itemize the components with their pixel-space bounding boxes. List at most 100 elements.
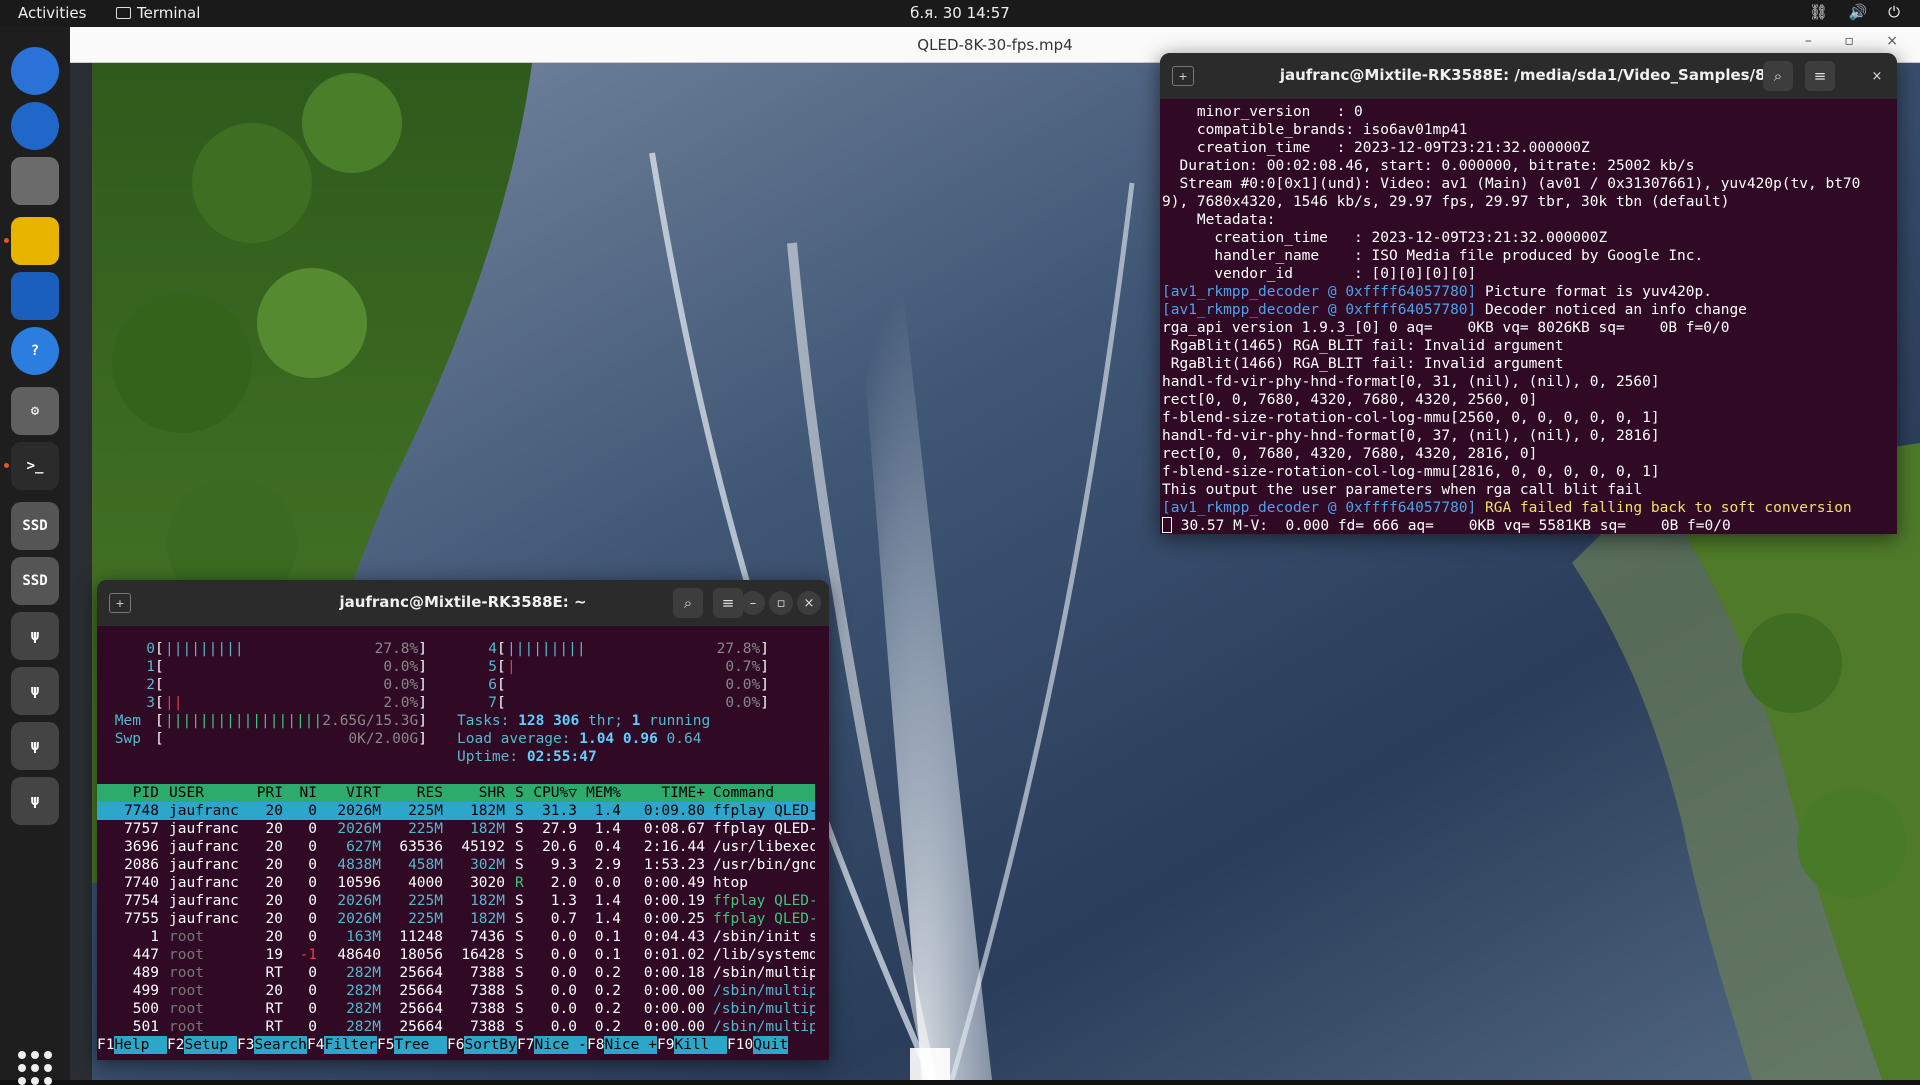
terminal-line: rga_api version 1.9.3_[0] 0 aq= 0KB vq= … [1162,319,1895,337]
minimize-icon[interactable]: – [741,591,765,615]
video-window-controls[interactable]: – ▫ × [1805,33,1912,49]
fkey-f5[interactable]: F5Tree [377,1036,447,1054]
column-pri[interactable]: PRI [247,784,283,802]
process-mem: 0.2 [594,1001,621,1017]
dock-item-writer[interactable] [11,272,59,320]
fkey-f6[interactable]: F6SortBy [447,1036,517,1054]
search-icon[interactable]: ⌕ [1763,61,1793,91]
fkey-number: F1 [97,1037,115,1053]
process-s: S [515,911,524,927]
load-average: Load average: 1.04 0.96 0.64 [457,730,710,748]
column-cmd[interactable]: Command [713,784,815,802]
dock-item-files[interactable] [11,157,59,205]
process-row[interactable]: 447 root 19 -1 48640 18056 16428 S 0.0 0.1 0:01.02… [97,946,815,964]
process-shr: 182M [470,821,505,837]
dock-item-ssd2[interactable]: SSD [11,557,59,605]
process-row[interactable]: 7740 jaufranc 20 0 10596 4000 3020 R 2.0 0.0 0:00.… [97,874,815,892]
column-ni[interactable]: NI [287,784,317,802]
search-icon[interactable]: ⌕ [673,588,703,618]
cpu-percent: 0.7%] [725,658,769,676]
column-res[interactable]: RES [381,784,443,802]
process-mem: 2.9 [594,857,621,873]
log-text: f-blend-size-rotation-col-log-mmu[2560, … [1162,410,1660,426]
dock-item-chromium[interactable] [11,47,59,95]
process-row[interactable]: 500 root RT 0 282M 25664 7388 S 0.0 0.2 0:00.00/sb… [97,1000,815,1018]
meter-label: Swp [114,731,141,747]
fkey-f9[interactable]: F9Kill [657,1036,727,1054]
htop-terminal-titlebar[interactable]: + jaufranc@Mixtile-RK3588E: ~ ⌕ ≡ – ▫ × [97,580,829,626]
dock-item-usb1[interactable]: ψ [11,612,59,660]
ffplay-output[interactable]: minor_version : 0 compatible_brands: iso… [1160,99,1897,534]
maximize-icon[interactable] [1843,64,1867,88]
terminal-line: [av1_rkmpp_decoder @ 0xffff64057780] Dec… [1162,301,1895,319]
close-icon[interactable]: × [797,591,821,615]
process-row[interactable]: 7757 jaufranc 20 0 2026M 225M 182M S 27.9 1.4 0:08… [97,820,815,838]
clock[interactable]: б.я. 30 14:57 [0,4,1920,22]
terminal-icon: >_ [26,458,44,474]
fkey-label: Setup [184,1036,237,1054]
process-row[interactable]: 501 root RT 0 282M 25664 7388 S 0.0 0.2 0:00.00/sb… [97,1018,815,1036]
process-shr: 182M [470,803,505,819]
process-row[interactable]: 7748 jaufranc 20 0 2026M 225M 182M S 31.3 1.4 0:09… [97,802,815,820]
bracket: [ [155,731,164,747]
dock-item-rhythmbox[interactable] [11,217,59,265]
fkey-f7[interactable]: F7Nice - [517,1036,587,1054]
bracket: [ [497,677,506,693]
column-time[interactable]: TIME+ [633,784,705,802]
cpu-percent: 27.8%] [717,640,769,658]
process-pid: 7748 [124,803,159,819]
activities-button[interactable]: Activities [18,4,86,22]
column-virt[interactable]: VIRT [319,784,381,802]
ffplay-terminal-window[interactable]: + jaufranc@Mixtile-RK3588E: /media/sda1/… [1160,53,1897,534]
column-user[interactable]: USER [169,784,204,802]
ffplay-terminal-titlebar[interactable]: + jaufranc@Mixtile-RK3588E: /media/sda1/… [1160,53,1897,99]
fkey-f10[interactable]: F10Quit [727,1036,789,1054]
fkey-f4[interactable]: F4Filter [307,1036,377,1054]
process-user: jaufranc [169,911,239,927]
htop-terminal-window[interactable]: + jaufranc@Mixtile-RK3588E: ~ ⌕ ≡ – ▫ × … [97,580,829,1060]
dock-item-terminal[interactable]: >_ [11,442,59,490]
system-tray[interactable]: ⛓ 🔊 ⏻ [1809,3,1908,21]
process-row[interactable]: 499 root 20 0 282M 25664 7388 S 0.0 0.2 0:00.00/sb… [97,982,815,1000]
process-virt: 2026M [337,893,381,909]
dock-item-settings[interactable]: ⚙ [11,387,59,435]
process-row[interactable]: 489 root RT 0 282M 25664 7388 S 0.0 0.2 0:00.18/sb… [97,964,815,982]
dock-item-usb4[interactable]: ψ [11,777,59,825]
process-table-header[interactable]: PID USER PRI NI VIRT RES SHR S CPU%▽ MEM% TIME+ Com… [97,784,815,802]
dock-item-help[interactable]: ? [11,327,59,375]
maximize-icon[interactable]: ▫ [769,591,793,615]
menu-icon[interactable]: ≡ [713,588,743,618]
process-row[interactable]: 7755 jaufranc 20 0 2026M 225M 182M S 0.7 1.4 0:00.… [97,910,815,928]
process-res: 458M [408,857,443,873]
meter-mem: Mem [|||||||||||||||||| 2.65G/15.3G] [115,712,427,730]
process-res: 25664 [399,983,443,999]
process-cpu: 20.6 [542,839,577,855]
info-part: 0.96 [622,731,658,747]
fkey-f8[interactable]: F8Nice + [587,1036,657,1054]
fkey-f1[interactable]: F1Help [97,1036,167,1054]
column-s[interactable]: S [515,784,524,802]
column-cpu[interactable]: CPU%▽ [527,784,577,802]
minimize-icon[interactable] [1819,64,1843,88]
dock-item-thunderbird[interactable] [11,102,59,150]
function-key-bar: F1Help F2Setup F3Search F4Filter F5Tree F6… [97,1036,815,1054]
ssd-drive-icon: SSD [22,573,48,589]
process-row[interactable]: 3696 jaufranc 20 0 627M 63536 45192 S 20.6 0.4 2:1… [97,838,815,856]
dock-item-usb3[interactable]: ψ [11,722,59,770]
process-user: jaufranc [169,857,239,873]
column-pid[interactable]: PID [97,784,159,802]
fkey-f3[interactable]: F3Search [237,1036,307,1054]
dock-item-usb2[interactable]: ψ [11,667,59,715]
close-icon[interactable]: × [1865,64,1889,88]
process-row[interactable]: 7754 jaufranc 20 0 2026M 225M 182M S 1.3 1.4 0:00.… [97,892,815,910]
fkey-f2[interactable]: F2Setup [167,1036,237,1054]
column-mem[interactable]: MEM% [581,784,621,802]
process-user: root [169,947,204,963]
column-shr[interactable]: SHR [443,784,505,802]
dock-item-ssd1[interactable]: SSD [11,502,59,550]
htop-output[interactable]: 0[||||||||| 27.8%] 1[0.0%] 2[0.0%] 3[|| 2.0%]… [97,626,829,1060]
process-row[interactable]: 1 root 20 0 163M 11248 7436 S 0.0 0.1 0:04.43/sbin… [97,928,815,946]
meter-label: Mem [114,713,141,729]
app-menu[interactable]: Terminal [116,4,200,22]
process-row[interactable]: 2086 jaufranc 20 0 4838M 458M 302M S 9.3 2.9 1:53.… [97,856,815,874]
